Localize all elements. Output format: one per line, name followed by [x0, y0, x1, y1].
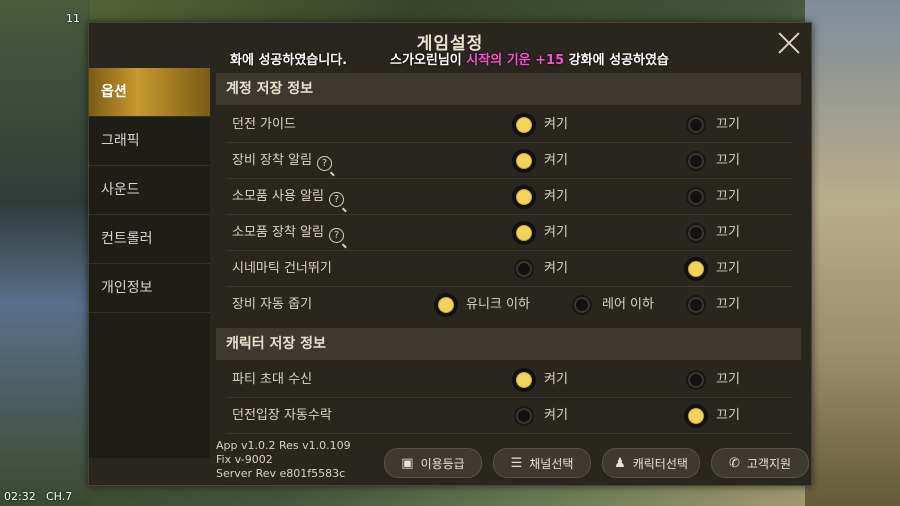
radio-icon	[686, 295, 706, 315]
radio-icon	[514, 406, 534, 426]
setting-row: 시네마틱 건너뛰기 켜기 끄기	[226, 251, 791, 287]
setting-row: 파티 초대 수신 켜기 끄기	[226, 362, 791, 398]
section-character-header: 캐릭터 저장 정보	[216, 328, 801, 360]
option-on[interactable]: 켜기	[514, 259, 568, 279]
radio-icon	[686, 259, 706, 279]
settings-modal: 게임설정 옵션 그래픽 사운드 컨트롤러 개인정보 계정 저장 정보 던전 가이…	[88, 22, 812, 486]
setting-label: 소모품 사용 알림?	[232, 179, 344, 214]
option-on[interactable]: 켜기	[514, 187, 568, 207]
radio-icon	[514, 115, 534, 135]
option-unique[interactable]: 유니크 이하	[436, 295, 530, 315]
radio-icon	[686, 115, 706, 135]
help-icon[interactable]: ?	[329, 192, 344, 207]
rating-button[interactable]: ▣ 이용등급	[384, 448, 482, 478]
setting-label: 장비 자동 줍기	[232, 297, 313, 312]
support-icon: ✆	[728, 455, 740, 471]
settings-sidebar: 옵션 그래픽 사운드 컨트롤러 개인정보	[89, 68, 210, 458]
channel-text: CH.7	[46, 490, 73, 503]
setting-label: 소모품 장착 알림?	[232, 215, 344, 250]
setting-row: 소모품 장착 알림? 켜기 끄기	[226, 215, 791, 251]
options-panel: 계정 저장 정보 던전 가이드 켜기 끄기 장비 장착 알림? 켜기 끄기 소모…	[216, 73, 801, 435]
gamepad-icon: ▣	[401, 455, 414, 471]
channel-select-button[interactable]: ☰ 채널선택	[493, 448, 591, 478]
option-on[interactable]: 켜기	[514, 370, 568, 390]
clock-text: 02:32	[4, 490, 36, 503]
game-background-right	[805, 0, 900, 506]
setting-label: 던전입장 자동수락	[232, 408, 332, 423]
option-on[interactable]: 켜기	[514, 151, 568, 171]
option-off[interactable]: 끄기	[686, 151, 740, 171]
tab-graphics[interactable]: 그래픽	[89, 117, 210, 166]
support-button[interactable]: ✆ 고객지원	[711, 448, 809, 478]
setting-row: 소모품 사용 알림? 켜기 끄기	[226, 179, 791, 215]
setting-row: 던전 가이드 켜기 끄기	[226, 107, 791, 143]
option-off[interactable]: 끄기	[686, 223, 740, 243]
version-info: App v1.0.2 Res v1.0.109 Fix v-9002 Serve…	[216, 439, 351, 480]
setting-row: 던전입장 자동수락 켜기 끄기	[226, 398, 791, 434]
option-on[interactable]: 켜기	[514, 223, 568, 243]
character-select-button[interactable]: ♟ 캐릭터선택	[602, 448, 700, 478]
section-account-header: 계정 저장 정보	[216, 73, 801, 105]
option-off[interactable]: 끄기	[686, 406, 740, 426]
help-icon[interactable]: ?	[329, 228, 344, 243]
radio-icon	[514, 259, 534, 279]
radio-icon	[514, 151, 534, 171]
setting-label: 파티 초대 수신	[232, 372, 313, 387]
option-on[interactable]: 켜기	[514, 406, 568, 426]
person-icon: ♟	[614, 455, 626, 471]
game-background-left	[0, 0, 90, 506]
radio-icon	[514, 370, 534, 390]
close-icon[interactable]	[777, 31, 801, 55]
setting-label: 던전 가이드	[232, 117, 296, 132]
setting-label: 시네마틱 건너뛰기	[232, 261, 332, 276]
list-icon: ☰	[510, 455, 523, 471]
tab-sound[interactable]: 사운드	[89, 166, 210, 215]
radio-icon	[436, 295, 456, 315]
radio-icon	[686, 223, 706, 243]
tab-controller[interactable]: 컨트롤러	[89, 215, 210, 264]
tab-privacy[interactable]: 개인정보	[89, 264, 210, 313]
option-off[interactable]: 끄기	[686, 187, 740, 207]
option-rare[interactable]: 레어 이하	[572, 295, 654, 315]
setting-row: 장비 자동 줍기 유니크 이하 레어 이하 끄기	[226, 287, 791, 322]
option-off[interactable]: 끄기	[686, 295, 740, 315]
tab-options[interactable]: 옵션	[89, 68, 210, 117]
radio-icon	[572, 295, 592, 315]
help-icon[interactable]: ?	[317, 156, 333, 171]
radio-icon	[686, 151, 706, 171]
radio-icon	[686, 370, 706, 390]
option-on[interactable]: 켜기	[514, 115, 568, 135]
option-off[interactable]: 끄기	[686, 370, 740, 390]
option-off[interactable]: 끄기	[686, 115, 740, 135]
setting-row: 장비 장착 알림? 켜기 끄기	[226, 143, 791, 179]
option-off[interactable]: 끄기	[686, 259, 740, 279]
radio-icon	[514, 223, 534, 243]
radio-icon	[686, 406, 706, 426]
radio-icon	[514, 187, 534, 207]
level-badge: 11	[66, 12, 80, 25]
system-notice: 화에 성공하였습니다. 스가오린님이 시작의 기운 +15 강화에 성공하였습	[230, 53, 669, 68]
radio-icon	[686, 187, 706, 207]
setting-label: 장비 장착 알림?	[232, 143, 333, 178]
